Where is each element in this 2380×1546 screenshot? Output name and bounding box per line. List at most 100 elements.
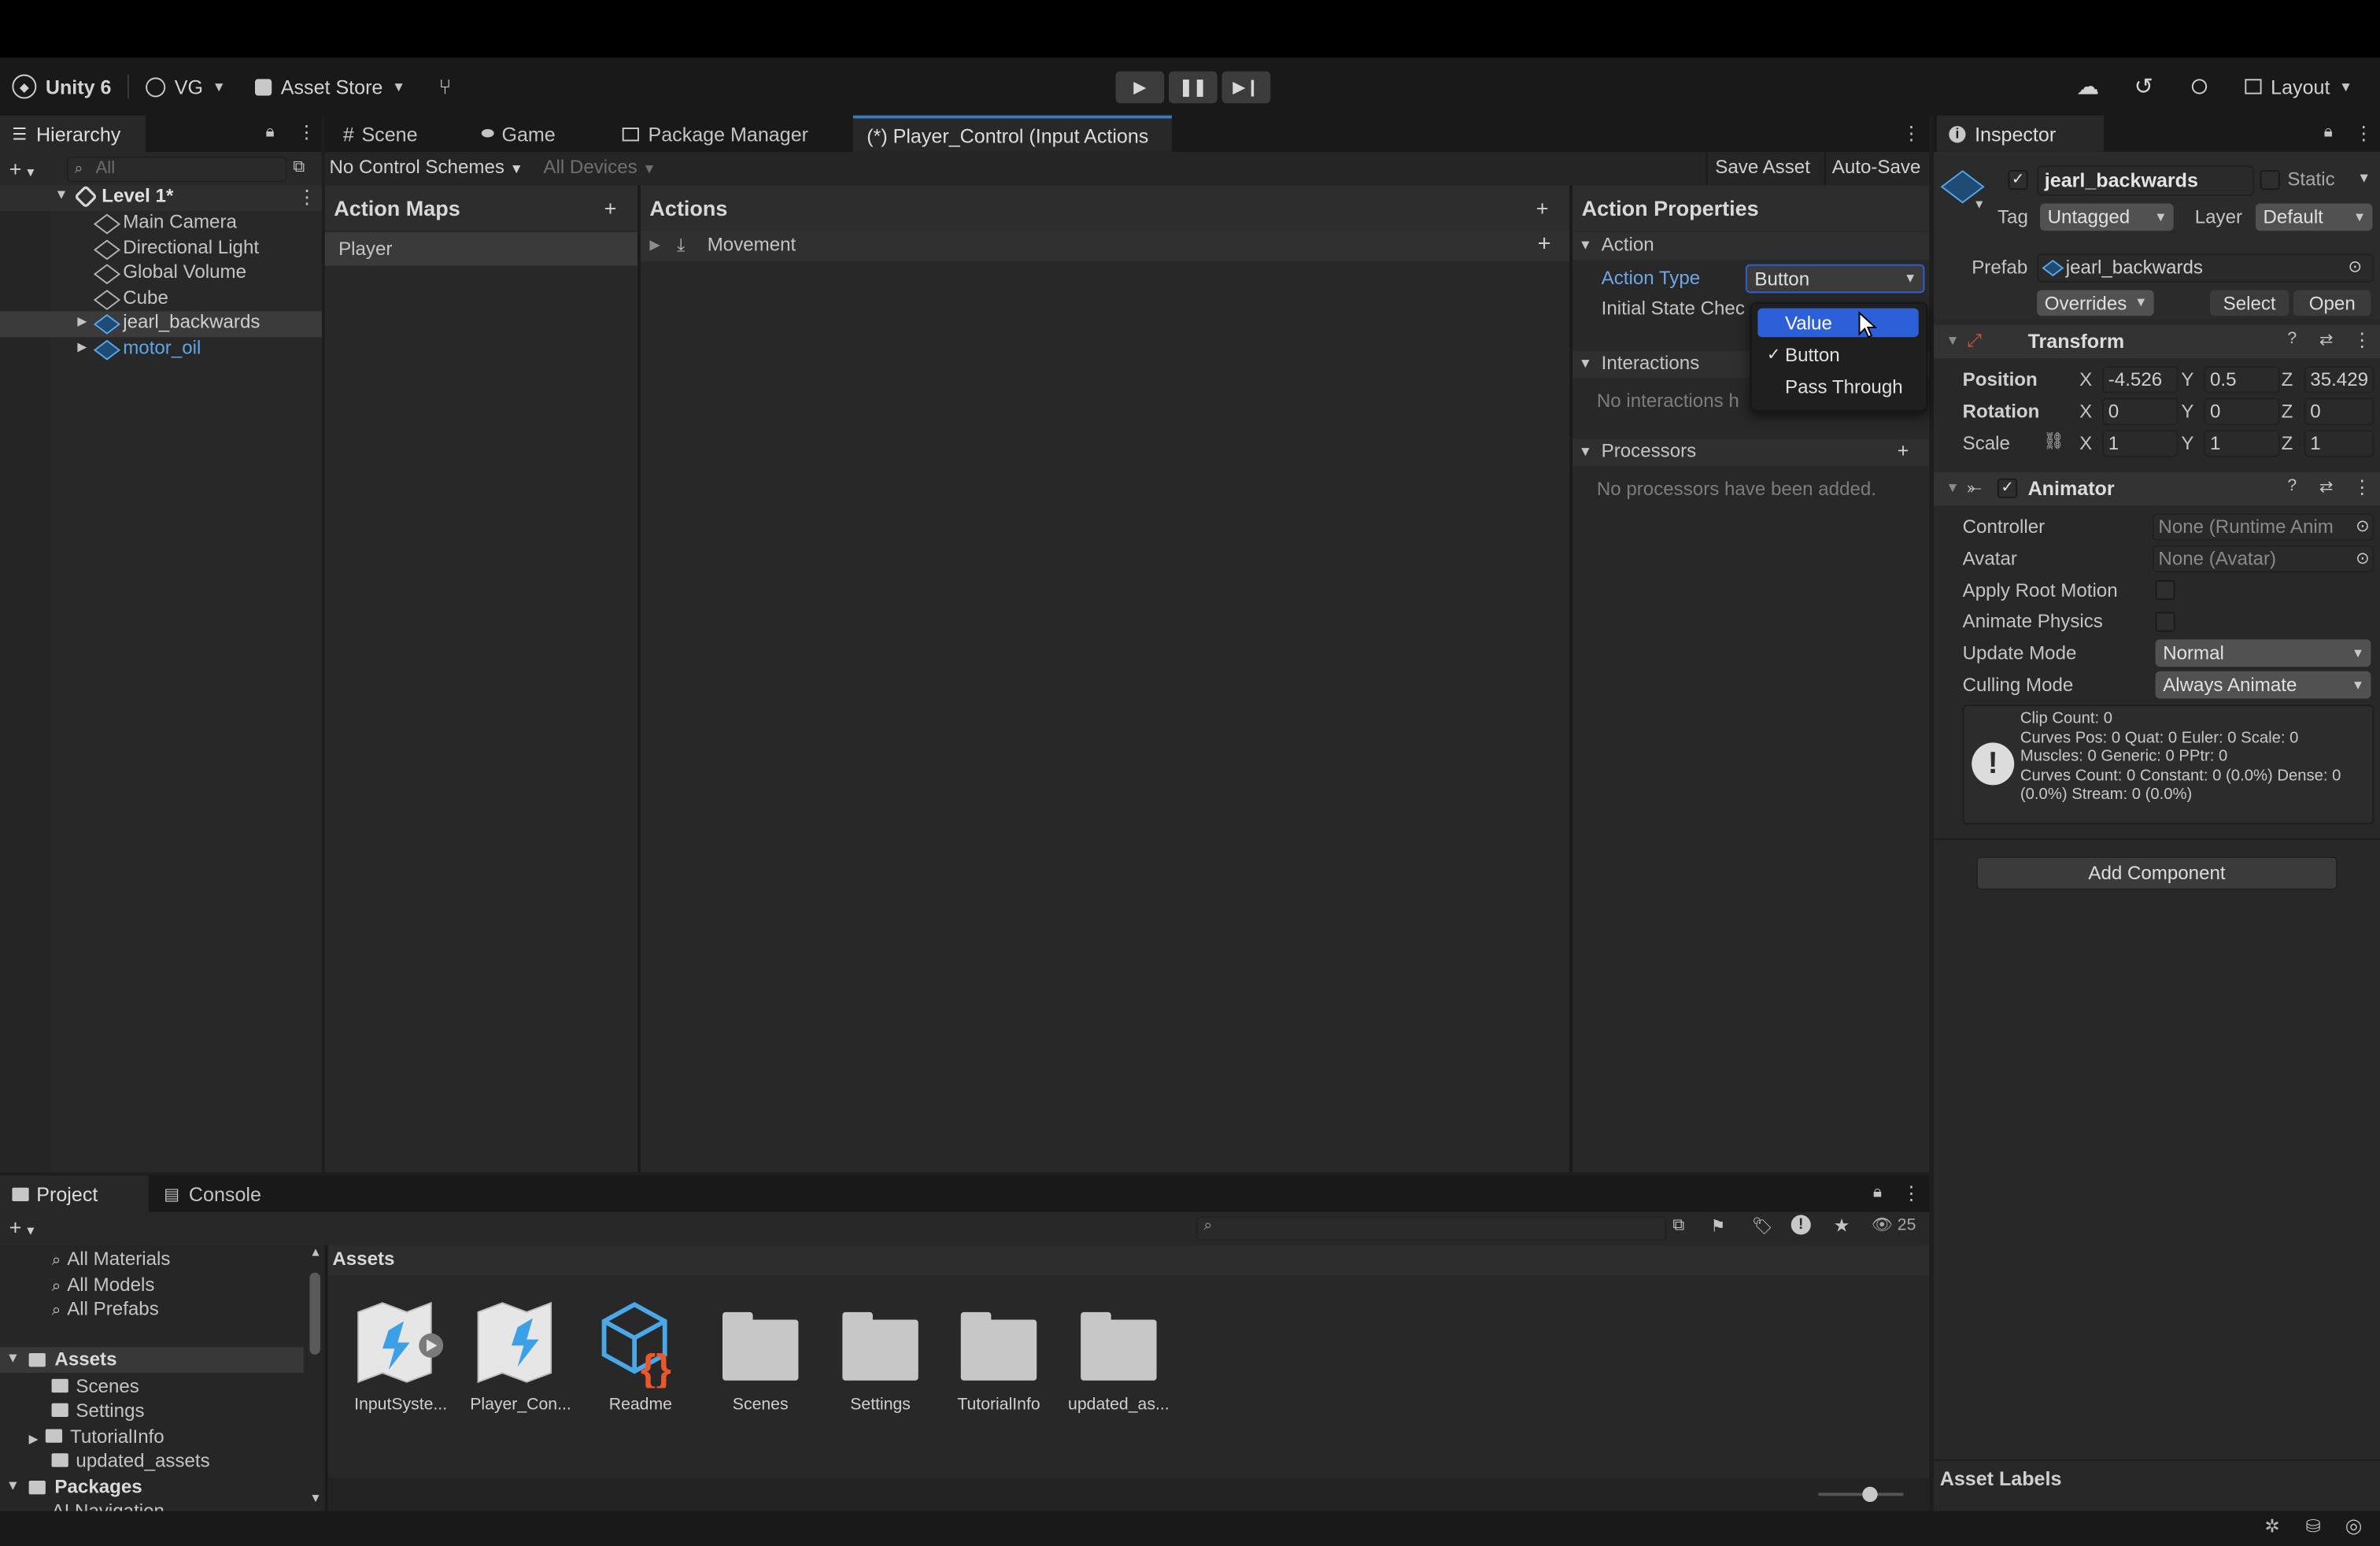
- chevron-down-icon[interactable]: ▼: [2357, 170, 2371, 185]
- layer-dropdown[interactable]: Default: [2255, 203, 2373, 231]
- hierarchy-item[interactable]: ▶ motor_oil: [0, 337, 322, 363]
- tree-scrollbar[interactable]: ▲ ▼: [307, 1245, 322, 1511]
- zoom-slider-handle[interactable]: [1862, 1486, 1878, 1503]
- log-filter-icon[interactable]: !: [1791, 1215, 1811, 1235]
- asset-item[interactable]: InputSyste...: [343, 1297, 459, 1425]
- active-checkbox[interactable]: ✓: [2008, 170, 2028, 190]
- animator-header[interactable]: ▼ ⤜ ✓ Animator ? ⇄ ⋮: [1933, 472, 2380, 506]
- more-menu-icon[interactable]: ⋮: [2352, 328, 2371, 351]
- rotation-z-field[interactable]: 0: [2304, 398, 2374, 426]
- save-asset-button[interactable]: Save Asset: [1715, 157, 1810, 178]
- debug-bug-icon[interactable]: ✲: [2264, 1515, 2279, 1537]
- project-search-input[interactable]: ⌕: [1196, 1216, 1667, 1241]
- help-icon[interactable]: ?: [2287, 477, 2297, 495]
- asset-item[interactable]: Settings: [822, 1297, 938, 1425]
- presets-icon[interactable]: ⇄: [2319, 477, 2334, 497]
- add-processor-button[interactable]: +: [1898, 439, 1909, 462]
- hierarchy-item[interactable]: Global Volume: [0, 261, 322, 287]
- scale-x-field[interactable]: 1: [2102, 429, 2179, 457]
- help-icon[interactable]: ?: [2287, 330, 2297, 348]
- more-menu-icon[interactable]: ⋮: [2352, 475, 2371, 498]
- constrain-proportions-icon[interactable]: ⛓: [2043, 431, 2064, 451]
- asset-item[interactable]: updated_as...: [1061, 1297, 1177, 1425]
- add-action-map-button[interactable]: +: [604, 196, 617, 220]
- update-mode-dropdown[interactable]: Normal: [2155, 639, 2371, 667]
- history-icon[interactable]: ↺: [2134, 57, 2153, 115]
- tab-console[interactable]: ▤ Console: [152, 1175, 273, 1211]
- play-button[interactable]: ▶: [1115, 71, 1165, 104]
- scene-visibility-icon[interactable]: ⧉: [293, 158, 305, 178]
- more-menu-icon[interactable]: ⋮: [1901, 121, 1920, 144]
- hierarchy-item[interactable]: Directional Light: [0, 237, 322, 263]
- more-menu-icon[interactable]: ⋮: [1901, 1182, 1920, 1204]
- menu-item-value[interactable]: Value: [1757, 308, 1919, 338]
- lock-icon[interactable]: 🔒︎: [2324, 123, 2333, 142]
- scrollbar-thumb[interactable]: [309, 1272, 320, 1355]
- tab-inspector[interactable]: i Inspector: [1936, 115, 2104, 152]
- unity-logo-button[interactable]: ◆ Unity 6: [12, 57, 111, 115]
- tree-folder-item[interactable]: AI Navigation: [52, 1500, 164, 1511]
- tree-folder-item[interactable]: updated_assets: [51, 1450, 210, 1471]
- overrides-dropdown[interactable]: Overrides: [2037, 290, 2154, 316]
- version-control-icon[interactable]: ⑂: [438, 57, 451, 115]
- object-picker-icon[interactable]: ⊙: [2356, 515, 2370, 539]
- add-action-button[interactable]: +: [1536, 196, 1549, 220]
- culling-mode-dropdown[interactable]: Always Animate: [2155, 671, 2371, 699]
- object-picker-icon[interactable]: ⊙: [2348, 255, 2362, 281]
- create-button[interactable]: + ▼: [9, 157, 37, 181]
- favorite-item[interactable]: ⌕ All Models: [52, 1274, 155, 1297]
- tab-project[interactable]: Project: [0, 1175, 149, 1212]
- zoom-slider-track[interactable]: [1818, 1492, 1904, 1496]
- tag-dropdown[interactable]: Untagged: [2039, 203, 2174, 231]
- expand-arrow-icon[interactable]: ▶: [649, 237, 660, 253]
- auto-save-toggle[interactable]: Auto-Save: [1832, 157, 1921, 178]
- hierarchy-item-selected[interactable]: ▶ jearl_backwards: [0, 311, 322, 338]
- rotation-x-field[interactable]: 0: [2102, 398, 2179, 426]
- scene-row[interactable]: ▼ Level 1* ⋮: [0, 184, 322, 212]
- expand-arrow-icon[interactable]: ▶: [77, 340, 87, 353]
- tab-game[interactable]: ⬬ Game: [469, 116, 567, 152]
- lock-icon[interactable]: 🔒︎: [1873, 1183, 1882, 1203]
- favorite-item[interactable]: ⌕ All Materials: [52, 1248, 171, 1271]
- layout-dropdown[interactable]: Layout ▼: [2245, 57, 2352, 115]
- animator-enabled-checkbox[interactable]: ✓: [1997, 478, 2018, 498]
- scroll-down-icon[interactable]: ▼: [309, 1492, 321, 1505]
- create-button[interactable]: + ▼: [9, 1215, 37, 1239]
- assets-root-row[interactable]: ▼ Assets: [0, 1347, 304, 1374]
- scale-y-field[interactable]: 1: [2204, 429, 2280, 457]
- account-dropdown[interactable]: VG ▼: [146, 57, 226, 115]
- open-button[interactable]: Open: [2293, 290, 2371, 316]
- apply-root-motion-checkbox[interactable]: [2155, 579, 2175, 601]
- prefab-field[interactable]: jearl_backwards ⊙: [2037, 253, 2374, 283]
- animate-physics-checkbox[interactable]: [2155, 612, 2175, 632]
- tree-folder-item[interactable]: Settings: [51, 1400, 145, 1422]
- select-button[interactable]: Select: [2209, 290, 2289, 316]
- controller-field[interactable]: None (Runtime Anim ⊙: [2152, 513, 2374, 541]
- position-y-field[interactable]: 0.5: [2204, 365, 2280, 394]
- filter-by-type-icon[interactable]: ⚑: [1710, 1216, 1725, 1236]
- tab-package-manager[interactable]: Package Manager: [610, 116, 820, 152]
- object-name-field[interactable]: jearl_backwards: [2037, 165, 2254, 196]
- asset-item[interactable]: TutorialInfo: [941, 1297, 1057, 1425]
- breadcrumb-assets[interactable]: Assets: [332, 1248, 394, 1270]
- action-type-dropdown[interactable]: Button: [1745, 264, 1925, 294]
- more-menu-icon[interactable]: ⋮: [298, 121, 316, 142]
- column-divider[interactable]: [324, 1245, 328, 1511]
- pause-button[interactable]: ❚❚: [1168, 71, 1218, 104]
- asset-store-dropdown[interactable]: Asset Store ▼: [254, 57, 405, 115]
- processors-section-header[interactable]: ▼ Processors +: [1572, 438, 1930, 467]
- rotation-y-field[interactable]: 0: [2204, 398, 2280, 426]
- scale-z-field[interactable]: 1: [2304, 429, 2374, 457]
- step-button[interactable]: ▶❙: [1221, 71, 1271, 104]
- control-schemes-dropdown[interactable]: No Control Schemes ▼: [329, 157, 523, 178]
- lock-icon[interactable]: 🔒︎: [265, 123, 274, 142]
- favorite-star-icon[interactable]: ★: [1834, 1215, 1850, 1236]
- add-binding-button[interactable]: +: [1538, 231, 1551, 257]
- action-item[interactable]: ▶ ⤓ Movement +: [640, 231, 1570, 261]
- object-picker-icon[interactable]: ⊙: [2356, 547, 2370, 571]
- more-menu-icon[interactable]: ⋮: [298, 185, 316, 208]
- packages-root-row[interactable]: ▼ Packages: [0, 1474, 304, 1500]
- add-component-button[interactable]: Add Component: [1975, 856, 2338, 890]
- tree-folder-item[interactable]: ▶ TutorialInfo: [29, 1426, 164, 1448]
- position-z-field[interactable]: 35.429: [2304, 365, 2374, 394]
